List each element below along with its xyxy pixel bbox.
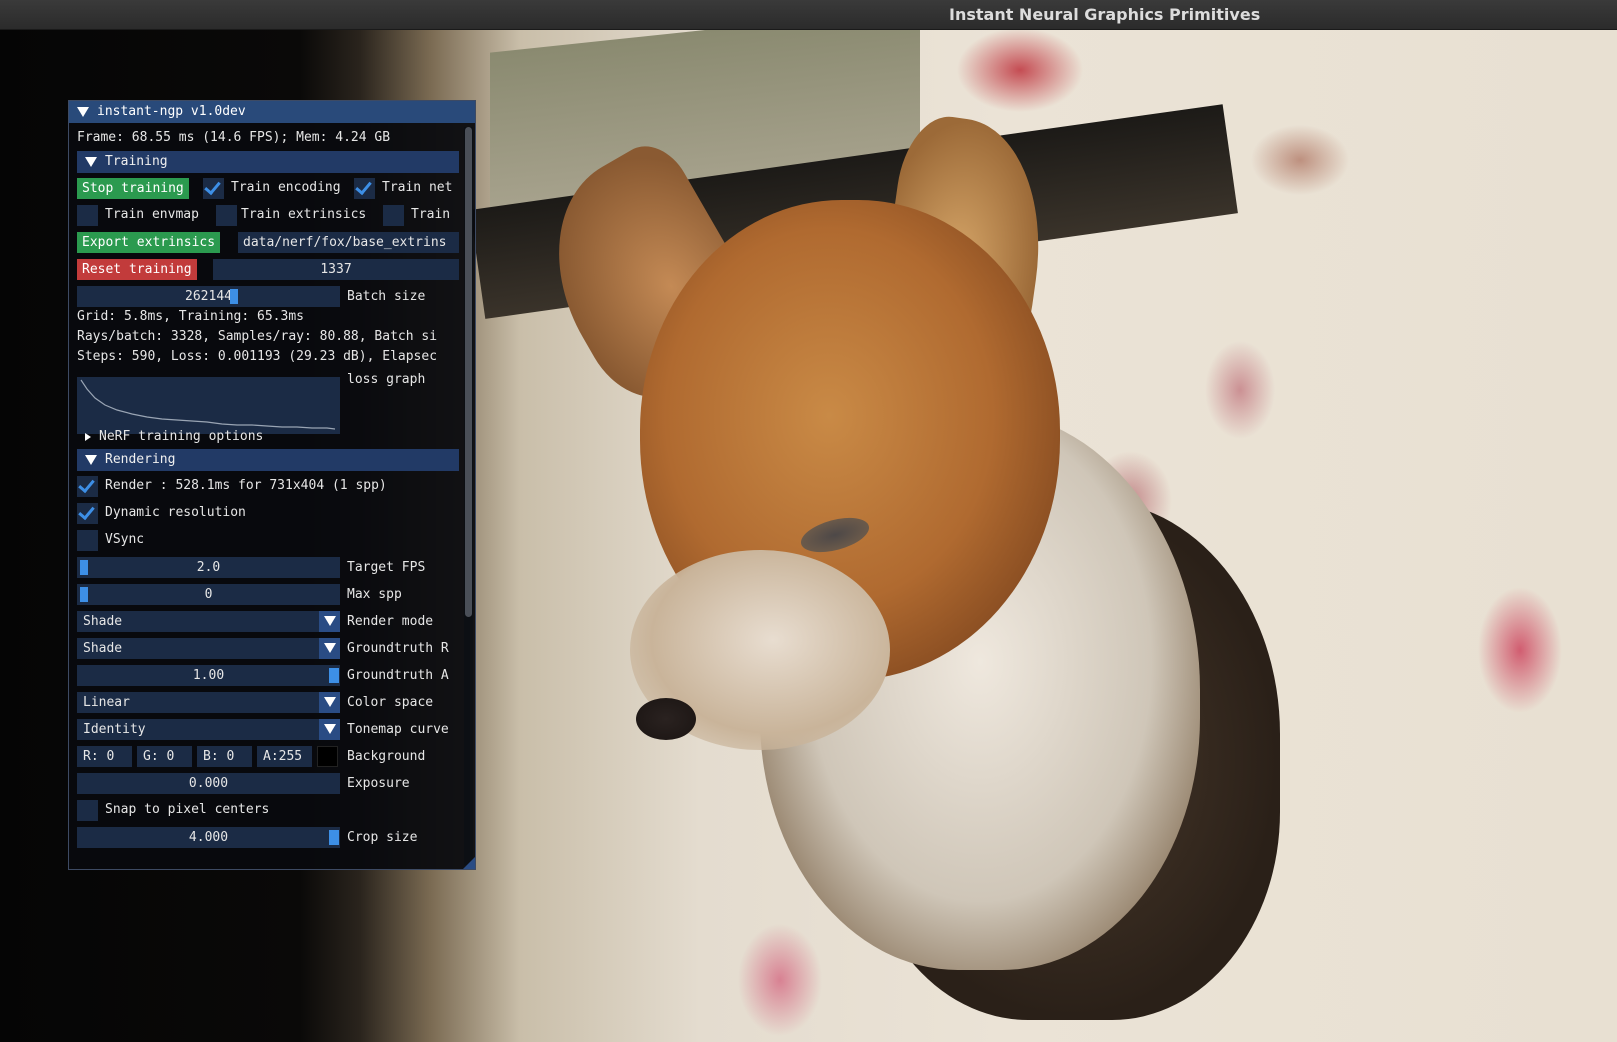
max-spp-label: Max spp — [347, 587, 402, 602]
vsync-checkbox[interactable] — [77, 530, 98, 551]
nerf-training-options-label: NeRF training options — [99, 429, 264, 444]
background-b-input[interactable]: B: 0 — [197, 746, 252, 767]
max-spp-slider[interactable]: 0 — [77, 584, 340, 605]
groundtruth-alpha-label: Groundtruth A — [347, 668, 449, 683]
target-fps-slider[interactable]: 2.0 — [77, 557, 340, 578]
scrollbar-thumb[interactable] — [465, 127, 472, 617]
render-mode-label: Render mode — [347, 614, 434, 629]
slider-grab[interactable] — [329, 668, 339, 683]
scene-fox-nose — [636, 698, 696, 740]
collapse-triangle-icon[interactable] — [77, 106, 89, 117]
color-space-label: Color space — [347, 695, 434, 710]
target-fps-label: Target FPS — [347, 560, 426, 575]
train-net-label: Train net — [382, 180, 453, 195]
loss-graph-plot — [80, 379, 336, 430]
train-net-checkbox[interactable] — [354, 178, 375, 199]
expand-triangle-icon — [85, 432, 91, 441]
train-envmap-checkbox[interactable] — [77, 205, 98, 226]
exposure-label: Exposure — [347, 776, 410, 791]
background-a-input[interactable]: A:255 — [257, 746, 312, 767]
loss-graph — [77, 377, 340, 434]
frame-info: Frame: 68.55 ms (14.6 FPS); Mem: 4.24 GB — [77, 130, 391, 145]
tonemap-curve-value: Identity — [83, 722, 146, 737]
tonemap-curve-label: Tonemap curve — [347, 722, 449, 737]
train-envmap-label: Train envmap — [105, 207, 199, 222]
exposure-value: 0.000 — [188, 776, 229, 791]
groundtruth-render-value: Shade — [83, 641, 123, 656]
batch-size-slider[interactable]: 262144 — [77, 286, 340, 307]
loss-graph-label: loss graph — [347, 372, 426, 387]
train-extra-label: Train — [411, 207, 451, 222]
groundtruth-render-label: Groundtruth R — [347, 641, 449, 656]
export-extrinsics-button[interactable]: Export extrinsics — [77, 232, 221, 253]
train-encoding-label: Train encoding — [231, 180, 341, 195]
color-space-combo[interactable]: Linear — [77, 692, 340, 713]
batch-size-value: 262144 — [185, 289, 232, 304]
training-header[interactable]: Training — [77, 151, 459, 173]
background-g-input[interactable]: G: 0 — [137, 746, 192, 767]
render-checkbox[interactable] — [77, 476, 98, 497]
slider-grab[interactable] — [230, 289, 238, 304]
stats-line-1: Grid: 5.8ms, Training: 65.3ms — [77, 309, 304, 324]
combo-arrow-icon[interactable] — [319, 611, 340, 632]
nerf-training-options-node[interactable]: NeRF training options — [85, 427, 263, 447]
window-title: Instant Neural Graphics Primitives — [949, 5, 1261, 24]
target-fps-value: 2.0 — [196, 560, 221, 575]
resize-grip[interactable] — [463, 857, 475, 869]
slider-grab[interactable] — [80, 587, 88, 602]
snap-pixel-centers-checkbox[interactable] — [77, 800, 98, 821]
crop-size-value: 4.000 — [188, 830, 229, 845]
collapse-triangle-icon — [85, 454, 97, 465]
combo-arrow-icon[interactable] — [319, 719, 340, 740]
stats-line-3: Steps: 590, Loss: 0.001193 (29.23 dB), E… — [77, 349, 438, 364]
train-extrinsics-checkbox[interactable] — [216, 205, 237, 226]
stop-training-button[interactable]: Stop training — [77, 178, 189, 199]
background-r-input[interactable]: R: 0 — [77, 746, 132, 767]
imgui-panel[interactable]: instant-ngp v1.0dev Frame: 68.55 ms (14.… — [68, 100, 476, 870]
dynamic-resolution-checkbox[interactable] — [77, 503, 98, 524]
batch-size-label: Batch size — [347, 289, 426, 304]
train-encoding-checkbox[interactable] — [203, 178, 224, 199]
tonemap-curve-combo[interactable]: Identity — [77, 719, 340, 740]
groundtruth-alpha-slider[interactable]: 1.00 — [77, 665, 340, 686]
dynamic-resolution-label: Dynamic resolution — [105, 505, 246, 520]
max-spp-value: 0 — [204, 587, 213, 602]
slider-grab[interactable] — [329, 830, 339, 845]
panel-titlebar[interactable]: instant-ngp v1.0dev — [69, 101, 475, 123]
stats-line-2: Rays/batch: 3328, Samples/ray: 80.88, Ba… — [77, 329, 438, 344]
rendering-header[interactable]: Rendering — [77, 449, 459, 471]
crop-size-label: Crop size — [347, 830, 418, 845]
groundtruth-alpha-value: 1.00 — [192, 668, 225, 683]
panel-title: instant-ngp v1.0dev — [97, 104, 246, 119]
combo-arrow-icon[interactable] — [319, 638, 340, 659]
window-titlebar: Instant Neural Graphics Primitives — [0, 0, 1617, 30]
rendering-header-label: Rendering — [105, 452, 176, 467]
combo-arrow-icon[interactable] — [319, 692, 340, 713]
snap-pixel-centers-label: Snap to pixel centers — [105, 802, 270, 817]
background-color-swatch[interactable] — [317, 746, 338, 767]
training-header-label: Training — [105, 154, 168, 169]
background-label: Background — [347, 749, 426, 764]
render-mode-value: Shade — [83, 614, 123, 629]
collapse-triangle-icon — [85, 156, 97, 167]
groundtruth-render-combo[interactable]: Shade — [77, 638, 340, 659]
crop-size-slider[interactable]: 4.000 — [77, 827, 340, 848]
train-extrinsics-label: Train extrinsics — [241, 207, 367, 222]
vsync-label: VSync — [105, 532, 145, 547]
render-mode-combo[interactable]: Shade — [77, 611, 340, 632]
train-extra-checkbox[interactable] — [383, 205, 404, 226]
render-label: Render : 528.1ms for 731x404 (1 spp) — [105, 478, 387, 493]
reset-training-button[interactable]: Reset training — [77, 259, 197, 280]
seed-input[interactable]: 1337 — [213, 259, 459, 280]
export-path-input[interactable]: data/nerf/fox/base_extrins — [238, 232, 459, 253]
panel-scrollbar[interactable] — [464, 127, 473, 865]
exposure-input[interactable]: 0.000 — [77, 773, 340, 794]
slider-grab[interactable] — [80, 560, 88, 575]
color-space-value: Linear — [83, 695, 130, 710]
